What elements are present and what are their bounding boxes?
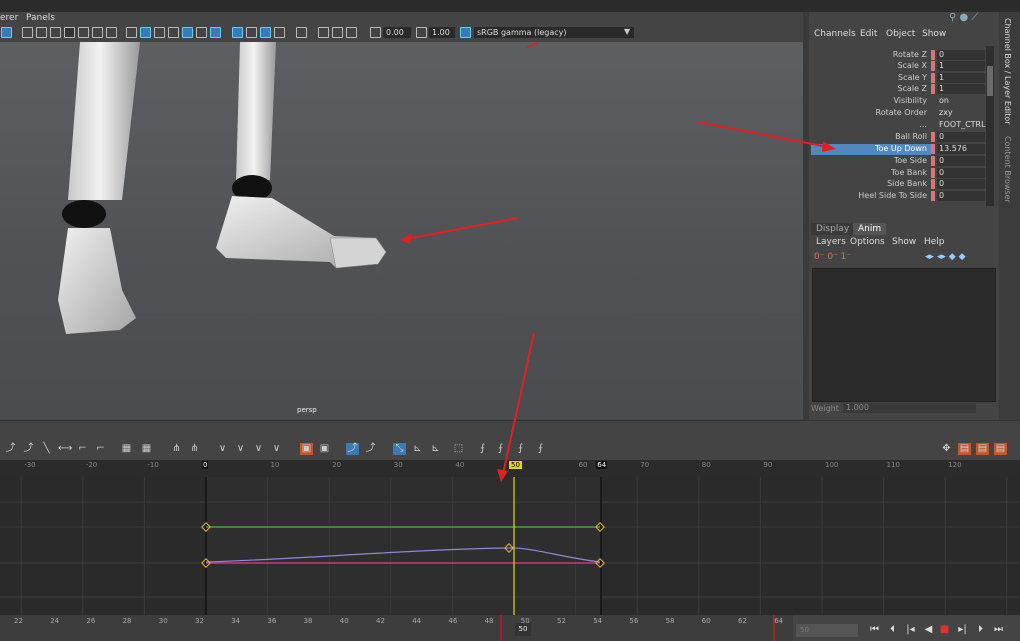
annotation-arrow	[697, 121, 829, 148]
annotation-overlay	[497, 121, 836, 482]
annotation-arrow	[502, 332, 535, 475]
arrowhead	[822, 141, 836, 152]
arrowhead	[497, 469, 508, 482]
